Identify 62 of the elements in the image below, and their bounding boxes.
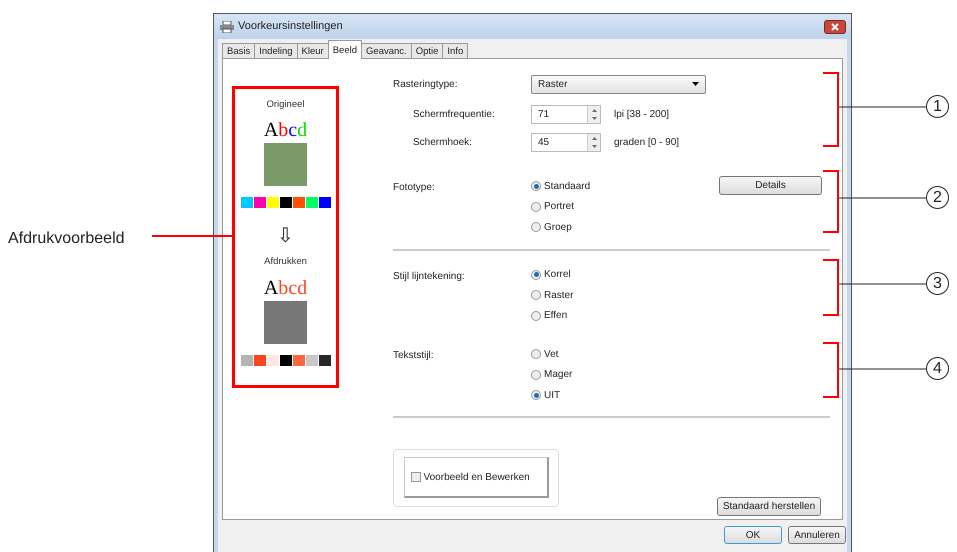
range-text: lpi [38 - 200] — [614, 108, 670, 122]
radio-label[interactable]: Groep — [544, 220, 572, 235]
radio-label[interactable]: Vet — [544, 346, 558, 362]
ok-button[interactable]: OK — [724, 526, 782, 544]
radio-button[interactable] — [531, 290, 541, 300]
tab[interactable]: Geavanc. — [361, 43, 412, 59]
radio-button[interactable] — [531, 310, 541, 321]
reset-button[interactable]: Standaard herstellen — [717, 496, 821, 516]
radio-label[interactable]: Mager — [544, 367, 572, 382]
photo-placeholder — [264, 300, 307, 344]
tab[interactable]: Basis — [222, 43, 256, 59]
callout-number: 2 — [926, 186, 949, 209]
field-label: Rasteringtype: — [393, 78, 458, 92]
radio-button[interactable] — [531, 390, 541, 400]
radio-label[interactable]: Effen — [544, 308, 568, 324]
number-field[interactable]: 45 — [531, 132, 601, 152]
tab[interactable]: Indeling — [254, 43, 298, 59]
radio-label[interactable]: UIT — [544, 388, 560, 403]
callout-number: 1 — [926, 95, 949, 118]
photo-placeholder — [264, 143, 307, 186]
radio-button[interactable] — [531, 181, 541, 192]
field-label: Schermfrequentie: — [412, 108, 496, 122]
number-field[interactable]: 71 — [531, 104, 601, 124]
preview-edit-checkbox[interactable]: Voorbeeld en Bewerken — [404, 457, 548, 498]
radio-label[interactable]: Standaard — [544, 178, 590, 194]
field-label: Schermhoek: — [412, 136, 473, 150]
field-label: Tekststijl: — [393, 349, 435, 363]
sample-text: Abcd — [264, 120, 308, 140]
bracket-line — [823, 170, 839, 233]
bracket-line — [823, 259, 839, 316]
caret-icon — [692, 82, 699, 86]
tab[interactable]: Info — [442, 43, 468, 59]
details-button[interactable]: Details — [719, 176, 822, 195]
radio-button[interactable] — [531, 202, 541, 212]
tab[interactable]: Beeld — [328, 40, 362, 59]
radio-label[interactable]: Raster — [544, 288, 574, 303]
cancel-button[interactable]: Annuleren — [788, 526, 846, 544]
callout-label: Afdrukvoorbeeld — [8, 229, 125, 249]
radio-label[interactable]: Portret — [544, 199, 574, 214]
radio-button[interactable] — [531, 349, 541, 360]
sample-text: Abcd — [264, 278, 308, 298]
spinner-icon[interactable] — [587, 106, 600, 122]
printer-icon — [220, 20, 234, 32]
bracket-line — [823, 342, 839, 398]
preview-caption: Origineel — [266, 98, 305, 112]
preview-caption: Afdrukken — [264, 255, 307, 270]
callout-number: 3 — [926, 272, 949, 295]
field-label: Stijl lijntekening: — [393, 270, 466, 284]
close-icon — [831, 22, 839, 30]
callout-number: 4 — [926, 357, 949, 380]
window-title: Voorkeursinstellingen — [238, 19, 343, 34]
field-label: Fototype: — [393, 181, 436, 195]
radio-button[interactable] — [531, 370, 541, 380]
radio-button[interactable] — [531, 222, 541, 232]
rastering-dropdown[interactable]: Raster — [531, 74, 706, 94]
tab[interactable]: Kleur — [296, 43, 329, 59]
down-arrow: ⇩ — [277, 226, 294, 246]
radio-button[interactable] — [531, 270, 541, 280]
radio-label[interactable]: Korrel — [544, 267, 571, 282]
close-button[interactable] — [824, 20, 846, 34]
spinner-icon[interactable] — [587, 134, 600, 150]
range-text: graden [0 - 90] — [614, 136, 680, 150]
